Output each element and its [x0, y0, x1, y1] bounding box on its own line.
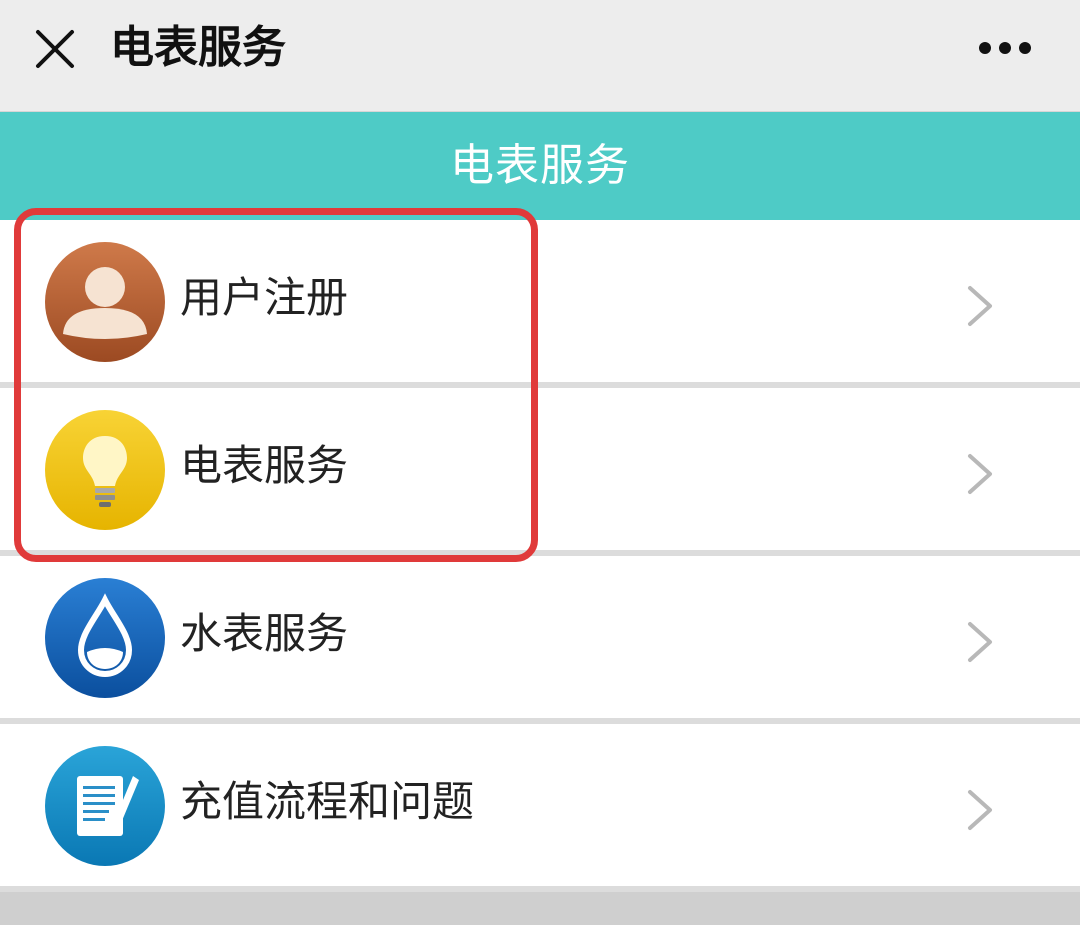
page-title: 电表服务	[110, 22, 286, 73]
chevron-right-icon	[968, 622, 992, 662]
water-drop-icon	[45, 578, 165, 698]
document-icon	[45, 746, 165, 866]
divider	[0, 886, 1080, 892]
menu-item-label: 用户注册	[180, 273, 349, 322]
chevron-right-icon	[968, 454, 992, 494]
more-options-button[interactable]	[970, 28, 1040, 68]
menu-item-recharge-process-and-faq[interactable]: 充值流程和问题	[0, 724, 1080, 886]
header-banner: 电表服务	[0, 112, 1080, 220]
menu-item-user-registration[interactable]: 用户注册	[0, 220, 1080, 382]
user-icon	[45, 242, 165, 362]
menu-item-label: 电表服务	[180, 441, 349, 490]
close-icon	[36, 30, 74, 68]
chevron-right-icon	[968, 790, 992, 830]
service-menu-list: 用户注册 电表服务 水表服务 充值流程和问题	[0, 220, 1080, 892]
top-navigation-bar: 电表服务	[0, 0, 1080, 112]
menu-item-electricity-meter-service[interactable]: 电表服务	[0, 388, 1080, 550]
more-icon	[979, 42, 1031, 54]
banner-title: 电表服务	[450, 140, 630, 191]
chevron-right-icon	[968, 286, 992, 326]
menu-item-water-meter-service[interactable]: 水表服务	[0, 556, 1080, 718]
menu-item-label: 充值流程和问题	[180, 777, 475, 826]
lightbulb-icon	[45, 410, 165, 530]
close-button[interactable]	[28, 22, 82, 76]
menu-item-label: 水表服务	[180, 609, 349, 658]
